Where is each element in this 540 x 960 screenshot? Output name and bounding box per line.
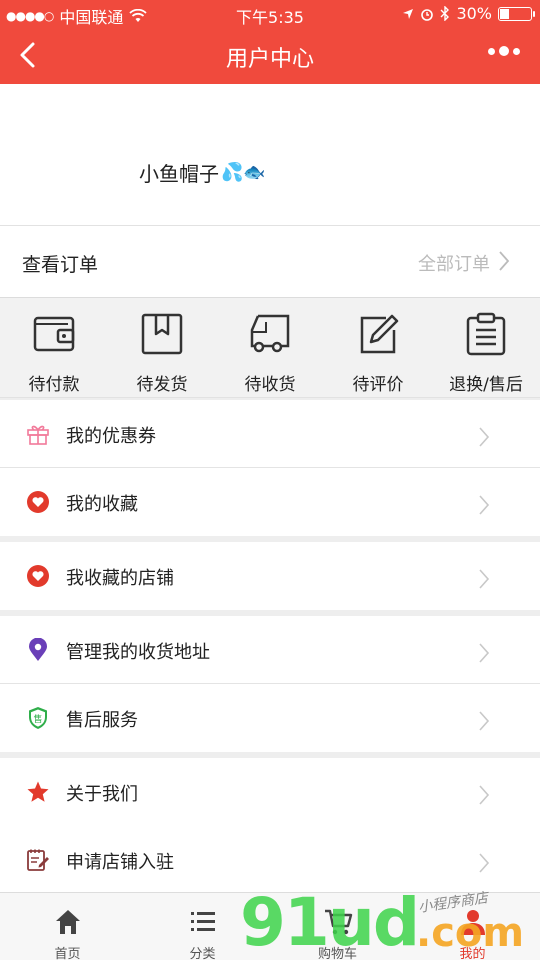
order-status-label: 待发货 [136,375,188,395]
tab-home[interactable]: 首页 [0,893,135,960]
tab-label: 首页 [54,947,81,960]
tab-mine[interactable]: 我的 [405,893,540,960]
order-status-bar: 待付款 待发货 待收货 待评价 退换/售后 [0,298,540,398]
battery-percent: 30% [456,4,492,23]
bluetooth-icon [440,6,450,21]
order-status-to-receive[interactable]: 待收货 [216,298,324,397]
order-status-label: 待付款 [28,375,80,395]
package-icon [141,313,183,355]
chevron-right-icon [479,643,490,663]
heart-icon [27,565,49,587]
menu-item-label: 我的优惠券 [66,426,156,447]
star-icon [27,781,49,802]
user-icon [460,910,485,935]
chevron-right-icon [479,711,490,731]
order-status-label: 待收货 [244,375,296,395]
dot-icon [499,46,509,56]
chevron-right-icon [479,785,490,805]
edit-review-icon [360,314,399,354]
menu-item-favorites[interactable]: 我的收藏 [0,468,540,536]
menu-item-label: 管理我的收货地址 [66,642,210,663]
view-orders-row[interactable]: 查看订单 全部订单 [0,226,540,298]
list-icon [190,912,215,931]
menu-item-about-us[interactable]: 关于我们 [0,758,540,826]
notepad-icon [27,849,49,871]
more-options-button[interactable] [488,46,520,56]
tab-label: 我的 [459,947,486,960]
username[interactable]: 小鱼帽子 💦🐟 [139,158,266,187]
location-pin-icon [29,638,47,661]
location-arrow-icon [403,8,414,19]
tab-label: 分类 [189,947,216,960]
chevron-right-icon [499,251,510,271]
menu-item-after-sales[interactable]: 售 售后服务 [0,684,540,752]
clipboard-icon [466,312,506,356]
tab-categories[interactable]: 分类 [135,893,270,960]
username-text: 小鱼帽子 [139,162,219,186]
chevron-right-icon [479,853,490,873]
username-emoji: 💦🐟 [221,162,266,183]
menu-item-apply-store[interactable]: 申请店铺入驻 [0,826,540,894]
menu-item-label: 关于我们 [66,784,138,805]
heart-icon [27,491,49,513]
cart-icon [324,909,352,935]
dot-icon [513,47,520,55]
order-status-to-review[interactable]: 待评价 [324,298,432,397]
status-bar: ●●●●○ 中国联通 下午5:35 30% [0,0,540,28]
wallet-icon [33,316,75,352]
menu-item-addresses[interactable]: 管理我的收货地址 [0,616,540,684]
gift-icon [27,425,49,445]
order-status-returns[interactable]: 退换/售后 [432,298,540,397]
order-status-pending-payment[interactable]: 待付款 [0,298,108,397]
menu-item-favorite-stores[interactable]: 我收藏的店铺 [0,542,540,610]
menu-item-coupons[interactable]: 我的优惠券 [0,400,540,468]
order-status-label: 退换/售后 [449,375,523,395]
order-status-label: 待评价 [352,375,404,395]
dot-icon [488,47,495,55]
shield-badge-text: 售 [33,713,42,725]
shield-icon: 售 [29,707,47,729]
bottom-tab-bar: 首页 分类 购物车 我的 [0,892,540,960]
menu-item-label: 我收藏的店铺 [66,568,174,589]
order-status-to-ship[interactable]: 待发货 [108,298,216,397]
page-title: 用户中心 [225,47,314,72]
battery-icon [498,6,535,21]
chevron-right-icon [479,495,490,515]
alarm-icon [421,8,434,21]
menu-item-label: 我的收藏 [66,494,138,515]
tab-label: 购物车 [317,947,357,960]
menu-item-label: 申请店铺入驻 [66,852,174,873]
home-icon [55,910,80,934]
chevron-right-icon [479,569,490,589]
view-orders-label: 查看订单 [22,254,99,276]
profile-card: 小鱼帽子 💦🐟 [0,84,540,226]
tab-cart[interactable]: 购物车 [270,893,405,960]
menu-item-label: 售后服务 [66,710,138,731]
all-orders-link[interactable]: 全部订单 [418,250,490,276]
chevron-right-icon [479,427,490,447]
truck-icon [250,314,290,353]
navigation-bar: 用户中心 [0,28,540,84]
